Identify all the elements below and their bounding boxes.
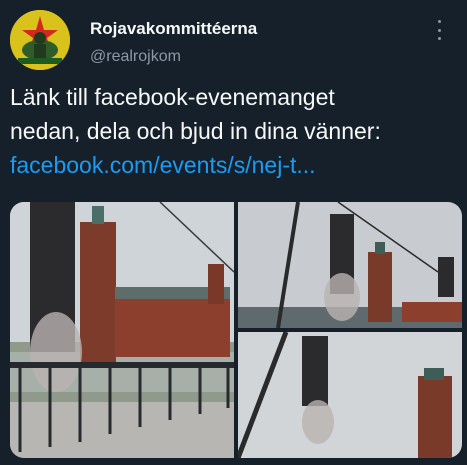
user-handle[interactable]: @realrojkom bbox=[90, 47, 257, 67]
event-link[interactable]: facebook.com/events/s/nej-t... bbox=[10, 148, 460, 182]
media-grid bbox=[10, 202, 462, 458]
photo-1[interactable] bbox=[10, 202, 234, 458]
tweet: Rojavakommittéerna @realrojkom Länk till… bbox=[0, 0, 467, 465]
more-icon[interactable] bbox=[433, 20, 445, 40]
avatar[interactable] bbox=[10, 10, 70, 70]
photo-2[interactable] bbox=[238, 202, 462, 328]
photo-3[interactable] bbox=[238, 332, 462, 458]
tweet-text-line1: Länk till facebook-evenemanget bbox=[10, 84, 335, 110]
more-dot bbox=[437, 20, 441, 23]
more-dot bbox=[437, 37, 441, 40]
tweet-text-line2: nedan, dela och bjud in dina vänner: bbox=[10, 118, 381, 144]
display-name[interactable]: Rojavakommittéerna bbox=[90, 18, 257, 39]
author-names: Rojavakommittéerna @realrojkom bbox=[90, 18, 257, 67]
more-dot bbox=[437, 28, 441, 32]
avatar-flag-icon bbox=[10, 10, 70, 70]
tweet-text: Länk till facebook-evenemanget nedan, de… bbox=[10, 80, 460, 182]
